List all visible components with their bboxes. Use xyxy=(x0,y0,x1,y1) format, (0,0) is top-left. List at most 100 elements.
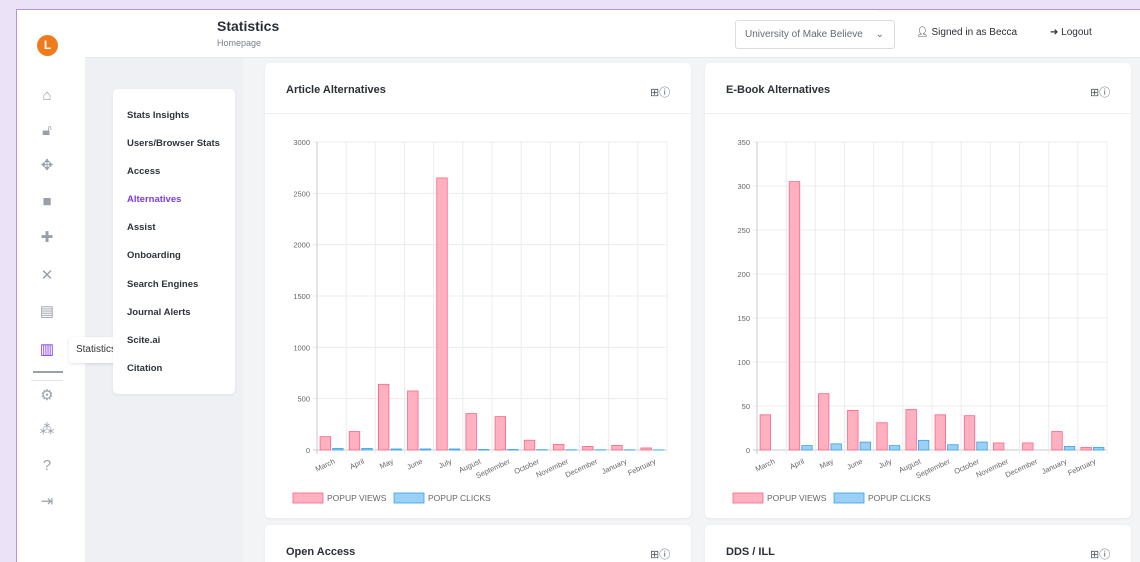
bar-popup-views xyxy=(993,442,1005,451)
help-icon[interactable]: ? xyxy=(37,456,57,476)
bar-popup-views xyxy=(465,413,477,451)
legend-swatch xyxy=(732,492,764,504)
page-title: Statistics xyxy=(217,18,280,34)
y-tick-label: 1500 xyxy=(293,292,310,301)
submenu-item-search-engines[interactable]: Search Engines xyxy=(127,279,198,290)
y-tick-label: 50 xyxy=(742,402,750,411)
bar-popup-views xyxy=(523,439,536,451)
bar-popup-views xyxy=(640,447,652,451)
info-icon[interactable]: ⓘ xyxy=(659,549,670,561)
active-indicator xyxy=(33,371,63,373)
x-tick-label: March xyxy=(754,457,777,474)
legend-swatch xyxy=(292,492,324,504)
open-access-card: Open Access ⊞ⓘ xyxy=(265,525,691,562)
submenu-item-assist[interactable]: Assist xyxy=(127,222,156,233)
submenu-item-alternatives[interactable]: Alternatives xyxy=(127,194,181,205)
unlock-icon[interactable]: 🔓︎ xyxy=(37,121,57,141)
rail-divider xyxy=(31,380,63,381)
bar-popup-views xyxy=(905,409,917,451)
legend-label: POPUP VIEWS xyxy=(327,493,387,503)
bar-popup-views xyxy=(436,177,448,451)
bar-popup-views xyxy=(759,414,771,451)
submenu-item-users-browser-stats[interactable]: Users/Browser Stats xyxy=(127,138,220,149)
article-alternatives-card: Article Alternatives ⊞ⓘ 0 500 1000 1500 2000… xyxy=(265,63,691,518)
ebook-alternatives-chart: 0 50 100 150 200 250 300 350 March April May June Ju… xyxy=(732,138,1108,504)
table-icon[interactable]: ⊞ xyxy=(1090,549,1099,561)
chevron-down-icon: ⌄ xyxy=(875,29,884,40)
x-tick-label: May xyxy=(818,457,835,471)
bar-popup-clicks xyxy=(361,448,373,451)
legend-label: POPUP CLICKS xyxy=(428,493,491,503)
bar-popup-clicks xyxy=(507,449,519,451)
bar-popup-views xyxy=(348,431,361,451)
app-window: Statistics Homepage University of Make B… xyxy=(16,9,1140,562)
submenu-item-citation[interactable]: Citation xyxy=(127,363,162,374)
info-icon[interactable]: ⓘ xyxy=(1099,549,1110,561)
bar-popup-views xyxy=(611,444,623,451)
submenu-item-scite-ai[interactable]: Scite.ai xyxy=(127,335,160,346)
tools-icon[interactable]: ✕ xyxy=(37,266,57,286)
card-title: Article Alternatives xyxy=(286,84,386,96)
legend-label: POPUP CLICKS xyxy=(868,493,931,503)
info-icon[interactable]: ⓘ xyxy=(1099,87,1110,99)
bar-popup-views xyxy=(582,446,594,451)
home-icon[interactable]: ⌂ xyxy=(37,86,57,106)
institution-select-value: University of Make Believe xyxy=(745,29,863,40)
logout-link[interactable]: ➜ Logout xyxy=(1050,27,1092,38)
app-logo[interactable]: L xyxy=(37,35,58,56)
bar-popup-clicks xyxy=(918,439,930,451)
institution-select[interactable]: University of Make Believe ⌄ xyxy=(735,20,895,49)
submenu-item-onboarding[interactable]: Onboarding xyxy=(127,250,181,261)
bar-popup-clicks xyxy=(947,444,959,451)
move-arrows-icon[interactable]: ✥ xyxy=(37,156,57,176)
legend-label: POPUP VIEWS xyxy=(767,493,827,503)
signed-in-status[interactable]: 👤︎ Signed in as Becca xyxy=(916,27,1017,38)
legend-swatch xyxy=(833,492,865,504)
x-tick-label: February xyxy=(1066,457,1097,478)
y-tick-label: 2500 xyxy=(293,189,310,198)
stats-submenu: Stats Insights Users/Browser Stats Acces… xyxy=(113,89,235,394)
info-icon[interactable]: ⓘ xyxy=(659,87,670,99)
y-tick-label: 150 xyxy=(737,314,750,323)
table-icon[interactable]: ⊞ xyxy=(650,549,659,561)
bar-popup-views xyxy=(818,393,830,451)
x-tick-label: June xyxy=(405,457,424,472)
stack-icon[interactable]: ▤ xyxy=(37,302,57,322)
table-icon[interactable]: ⊞ xyxy=(1090,87,1099,99)
y-tick-label: 2000 xyxy=(293,241,310,250)
bar-popup-clicks xyxy=(976,441,988,451)
gear-icon[interactable]: ⚙ xyxy=(37,386,57,406)
bar-popup-clicks xyxy=(478,449,490,451)
top-bar: Statistics Homepage University of Make B… xyxy=(85,10,1140,58)
comment-icon[interactable]: ■ xyxy=(37,192,57,212)
article-alternatives-chart: 0 500 1000 1500 2000 2500 3000 March April May Jun… xyxy=(292,138,668,504)
bar-popup-views xyxy=(876,422,888,451)
bar-popup-clicks xyxy=(801,445,813,451)
x-tick-label: December xyxy=(564,456,600,479)
y-tick-label: 0 xyxy=(306,446,310,455)
submenu-item-stats-insights[interactable]: Stats Insights xyxy=(127,110,189,121)
users-icon[interactable]: ⁂ xyxy=(37,420,57,440)
x-tick-label: March xyxy=(314,457,337,474)
logout-icon: ➜ xyxy=(1050,27,1059,38)
bar-popup-views xyxy=(963,415,976,451)
x-tick-label: April xyxy=(348,457,366,472)
table-icon[interactable]: ⊞ xyxy=(650,87,659,99)
y-tick-label: 300 xyxy=(737,182,750,191)
bar-popup-views xyxy=(1022,442,1034,451)
bar-popup-clicks xyxy=(859,441,871,451)
bar-popup-views xyxy=(788,181,801,451)
y-tick-label: 0 xyxy=(746,446,750,455)
card-tools: ⊞ⓘ xyxy=(650,84,670,100)
x-tick-label: April xyxy=(788,457,806,472)
x-tick-label: January xyxy=(1040,457,1068,477)
ebook-alternatives-card: E-Book Alternatives ⊞ⓘ 0 50 100 150 200 250 30… xyxy=(705,63,1131,518)
puzzle-icon[interactable]: ✚ xyxy=(37,228,57,248)
bar-chart-icon[interactable]: ▥ xyxy=(37,340,57,360)
submenu-item-journal-alerts[interactable]: Journal Alerts xyxy=(127,307,191,318)
bar-popup-views xyxy=(319,436,331,451)
x-tick-label: January xyxy=(600,457,628,477)
submenu-item-access[interactable]: Access xyxy=(127,166,160,177)
x-tick-label: December xyxy=(1004,456,1040,479)
sign-in-icon[interactable]: ⇥ xyxy=(37,492,57,512)
